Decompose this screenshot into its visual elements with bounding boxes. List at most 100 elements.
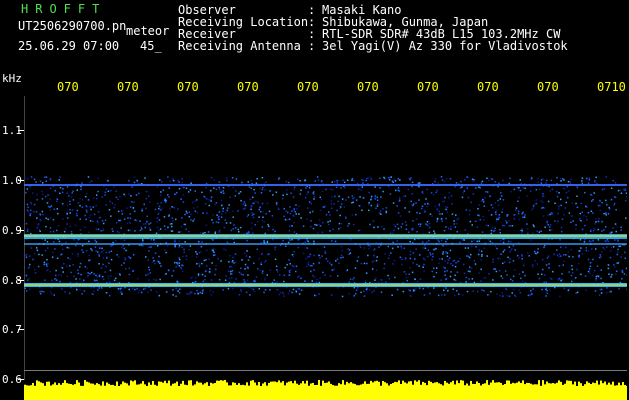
signal-level-bar — [422, 381, 424, 400]
noise-speck — [587, 258, 590, 261]
noise-speck — [129, 217, 132, 219]
noise-speck — [100, 251, 103, 253]
noise-speck — [477, 253, 480, 256]
signal-level-bar — [618, 382, 620, 400]
noise-speck — [281, 197, 284, 200]
noise-speck — [436, 267, 438, 269]
signal-level-bar — [298, 384, 300, 400]
noise-speck — [397, 212, 400, 214]
noise-speck — [545, 182, 547, 184]
noise-speck — [433, 230, 435, 232]
noise-speck — [380, 225, 383, 228]
signal-level-bar — [126, 383, 128, 400]
noise-speck — [110, 258, 113, 261]
noise-speck — [542, 268, 544, 271]
noise-speck — [131, 287, 134, 290]
noise-speck — [585, 289, 587, 292]
noise-speck — [88, 254, 90, 257]
noise-speck — [625, 217, 627, 219]
noise-speck — [558, 265, 561, 267]
noise-speck — [342, 179, 344, 181]
noise-speck — [167, 194, 169, 196]
noise-speck — [568, 255, 570, 258]
noise-speck — [439, 213, 441, 215]
noise-speck — [79, 218, 81, 220]
signal-level-bar — [382, 380, 384, 400]
noise-speck — [419, 212, 421, 215]
noise-speck — [93, 290, 95, 293]
noise-speck — [229, 222, 232, 224]
signal-level-bar — [158, 381, 160, 400]
noise-speck — [25, 256, 28, 259]
noise-speck — [118, 231, 120, 234]
noise-speck — [186, 293, 188, 295]
noise-speck — [306, 239, 308, 241]
noise-speck — [26, 209, 29, 211]
noise-speck — [227, 207, 229, 209]
noise-speck — [516, 254, 519, 257]
noise-speck — [599, 209, 601, 212]
signal-level-bar — [600, 380, 602, 400]
noise-speck — [500, 192, 502, 194]
signal-level-bar — [496, 382, 498, 400]
noise-speck — [350, 238, 352, 241]
noise-speck — [593, 192, 595, 194]
noise-speck — [620, 192, 623, 194]
noise-speck — [410, 177, 412, 179]
noise-speck — [480, 250, 483, 253]
noise-speck — [442, 200, 444, 203]
noise-speck — [425, 223, 427, 225]
signal-level-bar — [430, 381, 432, 400]
noise-speck — [275, 265, 278, 268]
noise-speck — [29, 263, 31, 266]
noise-speck — [260, 192, 263, 194]
noise-speck — [543, 281, 545, 284]
noise-speck — [416, 211, 418, 214]
signal-level-bar — [330, 383, 332, 400]
noise-speck — [261, 188, 264, 191]
noise-speck — [551, 212, 554, 214]
noise-speck — [26, 279, 29, 281]
noise-speck — [181, 264, 183, 266]
noise-speck — [134, 219, 136, 221]
noise-speck — [559, 295, 561, 298]
noise-speck — [213, 179, 216, 181]
signal-level-bar — [280, 382, 282, 400]
noise-speck — [136, 287, 138, 290]
noise-speck — [597, 228, 600, 231]
noise-speck — [152, 257, 154, 259]
noise-speck — [307, 256, 309, 258]
noise-speck — [79, 278, 81, 280]
noise-speck — [444, 270, 446, 273]
noise-speck — [331, 207, 333, 209]
noise-speck — [547, 224, 549, 226]
noise-speck — [121, 293, 123, 295]
noise-speck — [508, 261, 511, 264]
noise-speck — [601, 230, 603, 232]
noise-speck — [329, 188, 332, 190]
noise-speck — [338, 228, 340, 230]
noise-speck — [215, 221, 218, 223]
noise-speck — [502, 241, 505, 244]
noise-speck — [81, 293, 83, 295]
noise-speck — [244, 281, 246, 283]
noise-speck — [212, 248, 215, 250]
noise-speck — [155, 291, 158, 293]
noise-speck — [374, 279, 376, 281]
noise-speck — [338, 195, 340, 198]
noise-speck — [178, 181, 180, 183]
signal-level-bar — [614, 385, 616, 400]
noise-speck — [566, 185, 569, 188]
noise-speck — [163, 249, 166, 251]
noise-speck — [38, 229, 41, 231]
noise-speck — [205, 203, 207, 205]
noise-speck — [324, 252, 327, 254]
noise-speck — [109, 200, 111, 203]
noise-speck — [248, 231, 250, 234]
noise-speck — [443, 200, 446, 202]
noise-speck — [517, 212, 520, 215]
noise-speck — [128, 256, 130, 258]
noise-speck — [603, 188, 606, 190]
noise-speck — [33, 203, 36, 206]
noise-speck — [90, 292, 93, 295]
